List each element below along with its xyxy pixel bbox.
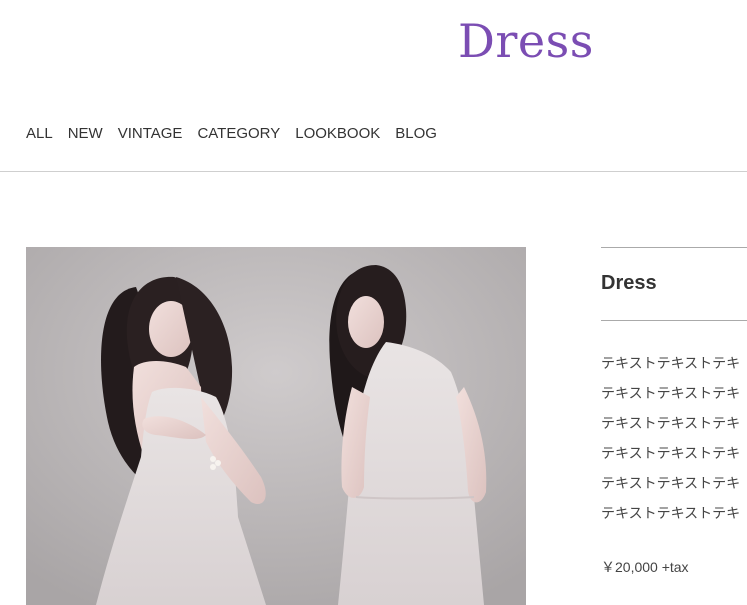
detail-top-rule bbox=[601, 247, 747, 248]
site-logo[interactable]: Dress bbox=[458, 18, 594, 64]
nav-item-new[interactable]: NEW bbox=[68, 124, 103, 144]
detail-bottom-rule bbox=[601, 320, 747, 321]
description-line: テキストテキストテキ bbox=[601, 416, 741, 432]
main-nav: ALL NEW VINTAGE CATEGORY LOOKBOOK BLOG bbox=[26, 124, 452, 144]
header-divider bbox=[0, 171, 747, 172]
nav-item-lookbook[interactable]: LOOKBOOK bbox=[295, 124, 380, 144]
nav-item-blog[interactable]: BLOG bbox=[395, 124, 437, 144]
description-line: テキストテキストテキ bbox=[601, 476, 741, 492]
product-image[interactable] bbox=[26, 247, 526, 605]
nav-item-vintage[interactable]: VINTAGE bbox=[118, 124, 183, 144]
product-description: テキストテキストテキ テキストテキストテキ テキストテキストテキ テキストテキス… bbox=[601, 349, 747, 529]
description-line: テキストテキストテキ bbox=[601, 356, 741, 372]
product-detail: Dress テキストテキストテキ テキストテキストテキ テキストテキストテキ テ… bbox=[601, 247, 747, 577]
product-title: Dress bbox=[601, 272, 657, 294]
nav-item-all[interactable]: ALL bbox=[26, 124, 53, 144]
page: Dress ALL NEW VINTAGE CATEGORY LOOKBOOK … bbox=[0, 0, 747, 605]
description-line: テキストテキストテキ bbox=[601, 506, 741, 522]
description-line: テキストテキストテキ bbox=[601, 386, 741, 402]
product-price: ￥20,000 +tax bbox=[601, 559, 689, 575]
nav-item-category[interactable]: CATEGORY bbox=[197, 124, 280, 144]
description-line: テキストテキストテキ bbox=[601, 446, 741, 462]
